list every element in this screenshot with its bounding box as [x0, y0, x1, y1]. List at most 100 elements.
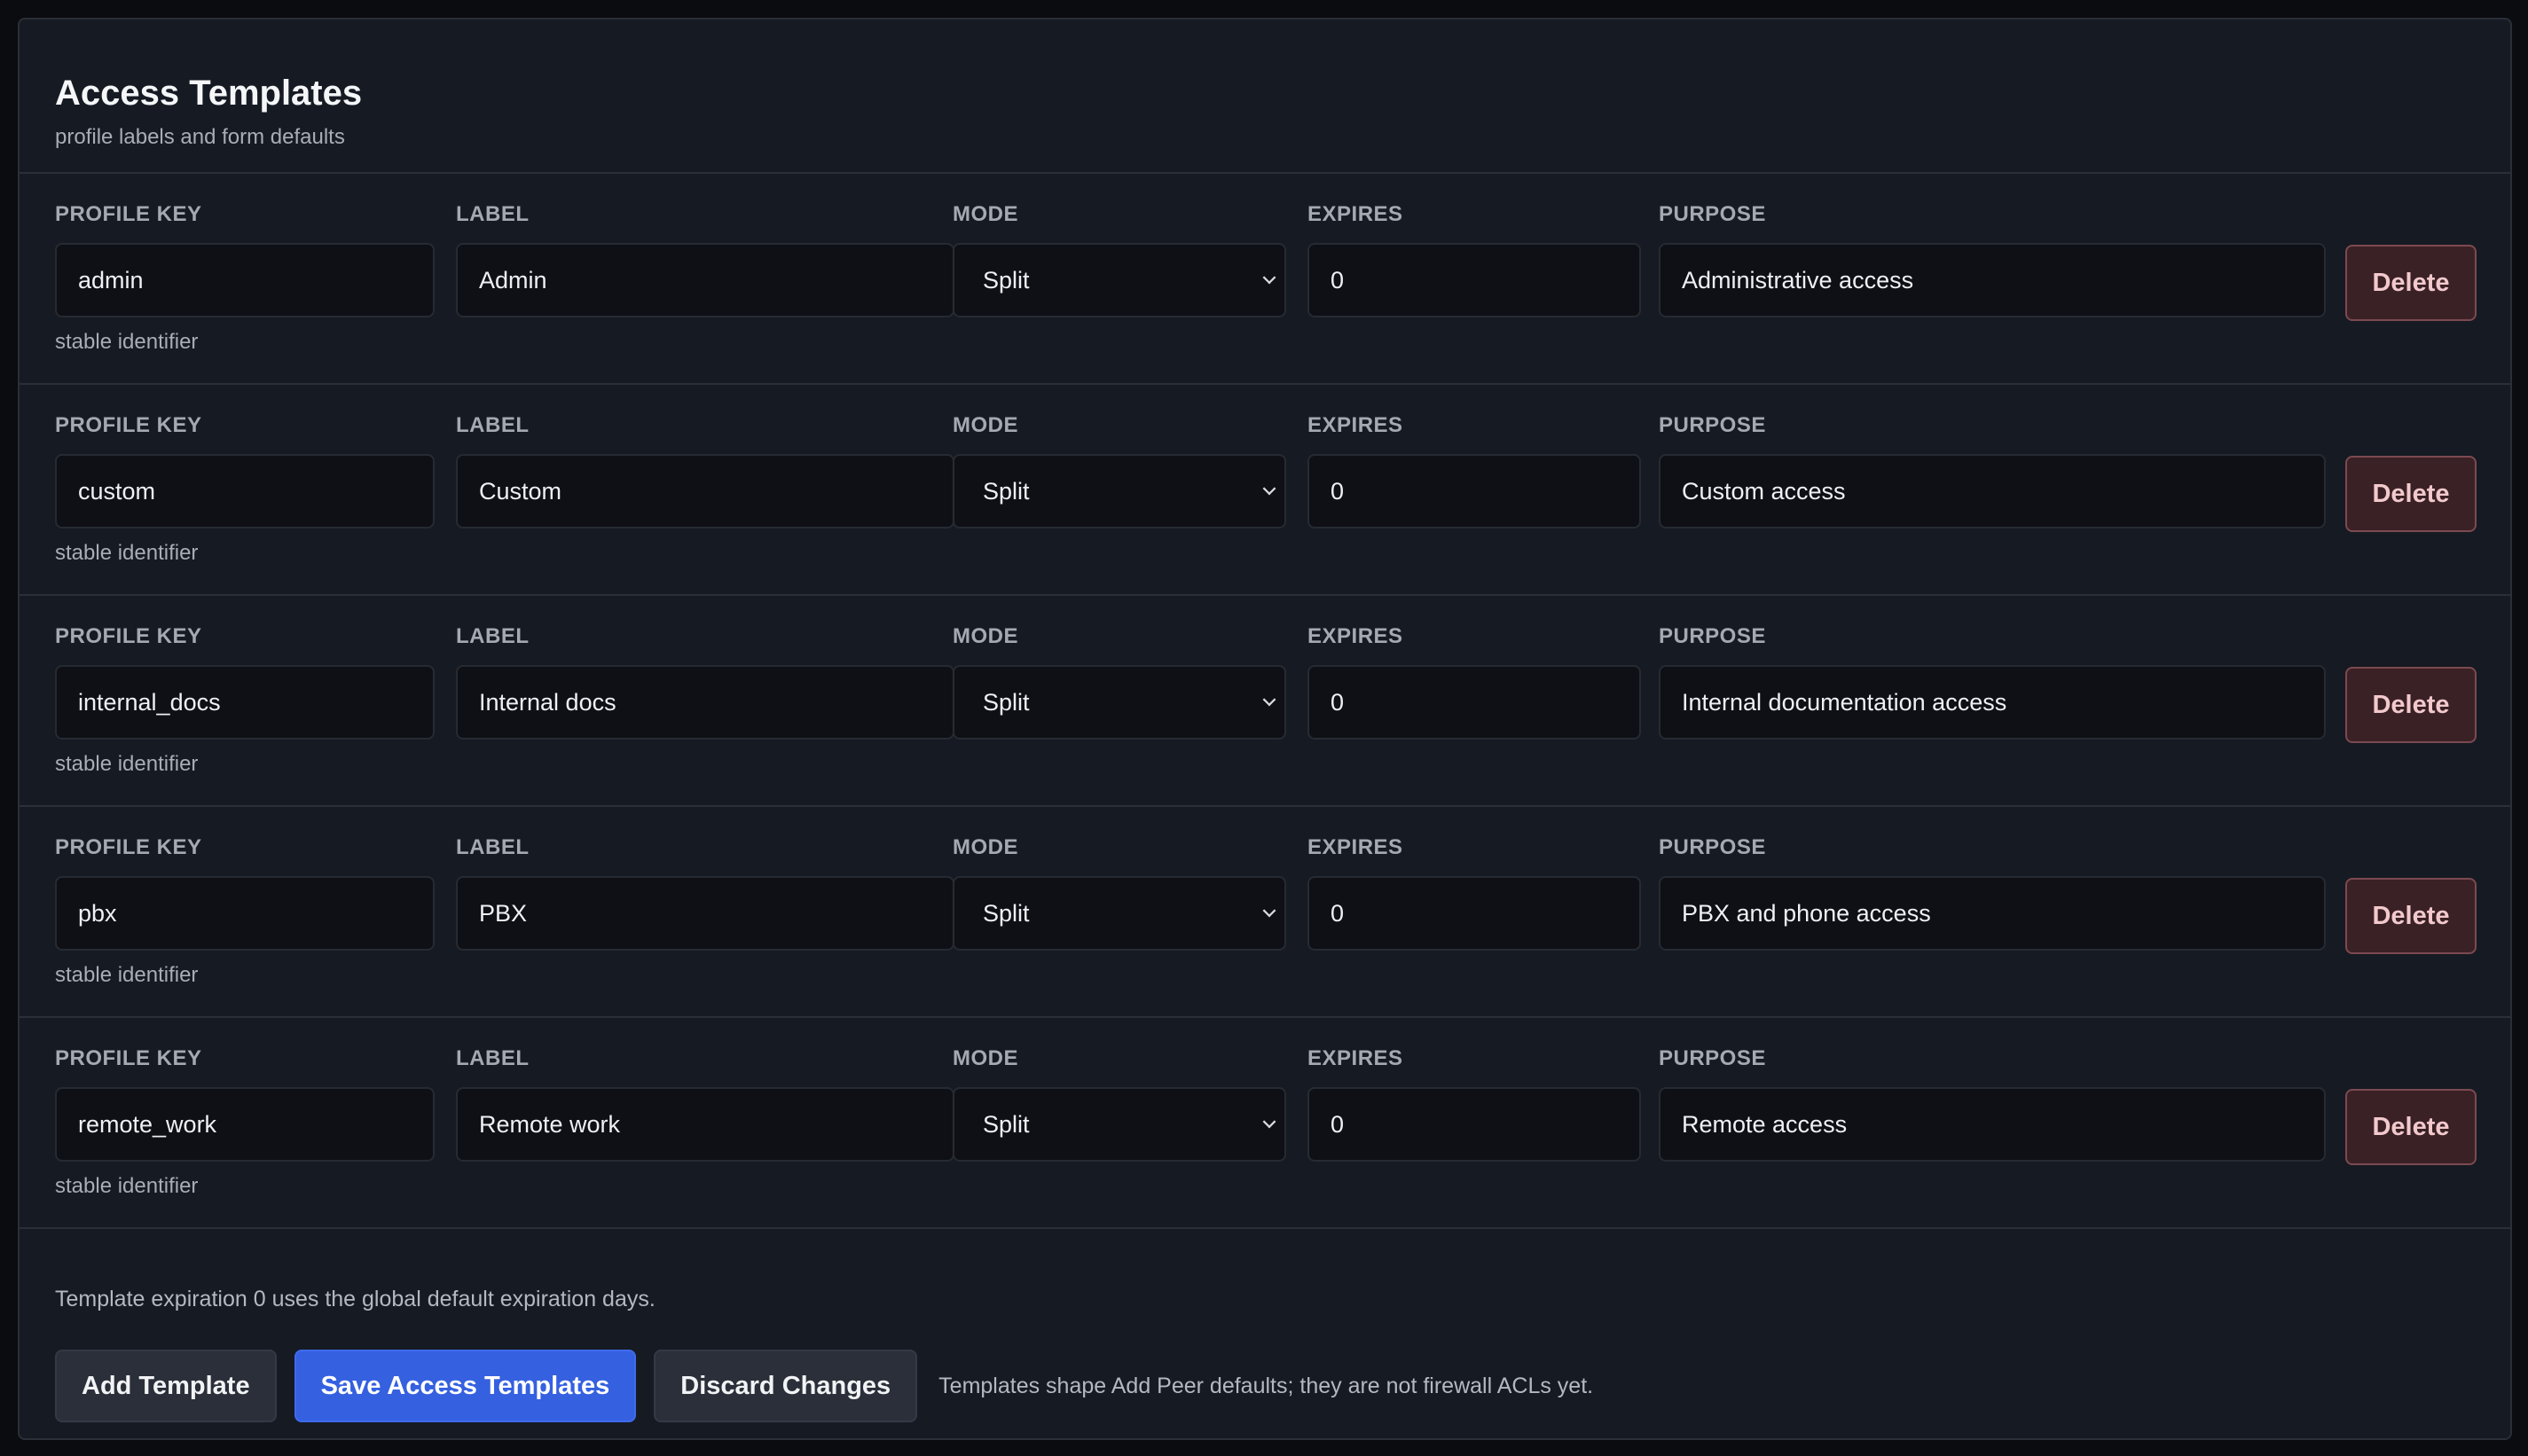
expires-input[interactable]: 0 — [1307, 665, 1641, 740]
purpose-field: PURPOSE Remote access — [1659, 1046, 2326, 1162]
profile-key-input[interactable]: custom — [55, 454, 435, 528]
expires-input[interactable]: 0 — [1307, 454, 1641, 528]
label-input[interactable]: Custom — [456, 454, 954, 528]
expires-label: EXPIRES — [1307, 835, 1403, 859]
mode-select[interactable]: Split — [953, 243, 1286, 317]
label-field: LABEL Internal docs — [456, 624, 954, 740]
expires-label: EXPIRES — [1307, 202, 1403, 226]
label-label: LABEL — [456, 202, 530, 226]
label-label: LABEL — [456, 413, 530, 437]
profile-key-field: PROFILE KEY pbx stable identifier — [55, 835, 435, 988]
purpose-input[interactable]: Administrative access — [1659, 243, 2326, 317]
expires-field: EXPIRES 0 — [1307, 413, 1641, 528]
expires-input[interactable]: 0 — [1307, 1087, 1641, 1162]
label-field: LABEL PBX — [456, 835, 954, 951]
label-input[interactable]: Remote work — [456, 1087, 954, 1162]
chevron-down-icon — [1262, 693, 1276, 707]
delete-button[interactable]: Delete — [2345, 456, 2477, 532]
purpose-input[interactable]: Remote access — [1659, 1087, 2326, 1162]
label-field: LABEL Remote work — [456, 1046, 954, 1162]
template-list: PROFILE KEY admin stable identifier LABE… — [20, 174, 2510, 1229]
label-label: LABEL — [456, 624, 530, 648]
label-field: LABEL Admin — [456, 202, 954, 317]
page-title: Access Templates — [55, 74, 363, 113]
chevron-down-icon — [1262, 481, 1276, 496]
label-field: LABEL Custom — [456, 413, 954, 528]
expires-input[interactable]: 0 — [1307, 243, 1641, 317]
add-template-button[interactable]: Add Template — [55, 1350, 277, 1422]
expires-label: EXPIRES — [1307, 624, 1403, 648]
purpose-label: PURPOSE — [1659, 835, 1766, 859]
profile-key-input[interactable]: admin — [55, 243, 435, 317]
template-row: PROFILE KEY internal_docs stable identif… — [20, 596, 2510, 807]
access-templates-panel: Access Templates profile labels and form… — [18, 18, 2512, 1440]
purpose-input[interactable]: Internal documentation access — [1659, 665, 2326, 740]
purpose-field: PURPOSE Custom access — [1659, 413, 2326, 528]
expires-label: EXPIRES — [1307, 413, 1403, 437]
template-row: PROFILE KEY custom stable identifier LAB… — [20, 385, 2510, 596]
stable-identifier-hint: stable identifier — [55, 963, 199, 987]
expires-field: EXPIRES 0 — [1307, 624, 1641, 740]
label-label: LABEL — [456, 835, 530, 859]
purpose-label: PURPOSE — [1659, 202, 1766, 226]
mode-value: Split — [983, 266, 1030, 294]
mode-field: MODE Split — [953, 1046, 1286, 1162]
profile-key-field: PROFILE KEY remote_work stable identifie… — [55, 1046, 435, 1199]
profile-key-label: PROFILE KEY — [55, 202, 202, 226]
purpose-label: PURPOSE — [1659, 413, 1766, 437]
mode-select[interactable]: Split — [953, 665, 1286, 740]
profile-key-field: PROFILE KEY admin stable identifier — [55, 202, 435, 355]
template-row: PROFILE KEY remote_work stable identifie… — [20, 1018, 2510, 1229]
panel-header: Access Templates profile labels and form… — [20, 20, 2510, 174]
expiration-note: Template expiration 0 uses the global de… — [55, 1287, 656, 1311]
delete-button[interactable]: Delete — [2345, 878, 2477, 954]
purpose-field: PURPOSE Administrative access — [1659, 202, 2326, 317]
mode-label: MODE — [953, 413, 1018, 437]
purpose-input[interactable]: PBX and phone access — [1659, 876, 2326, 951]
profile-key-input[interactable]: remote_work — [55, 1087, 435, 1162]
stable-identifier-hint: stable identifier — [55, 541, 199, 565]
delete-button[interactable]: Delete — [2345, 1089, 2477, 1165]
profile-key-input[interactable]: pbx — [55, 876, 435, 951]
stable-identifier-hint: stable identifier — [55, 1174, 199, 1198]
mode-select[interactable]: Split — [953, 876, 1286, 951]
profile-key-field: PROFILE KEY custom stable identifier — [55, 413, 435, 566]
profile-key-input[interactable]: internal_docs — [55, 665, 435, 740]
mode-field: MODE Split — [953, 835, 1286, 951]
mode-field: MODE Split — [953, 624, 1286, 740]
mode-label: MODE — [953, 202, 1018, 226]
purpose-field: PURPOSE PBX and phone access — [1659, 835, 2326, 951]
mode-select[interactable]: Split — [953, 454, 1286, 528]
mode-field: MODE Split — [953, 413, 1286, 528]
mode-label: MODE — [953, 1046, 1018, 1070]
delete-button[interactable]: Delete — [2345, 245, 2477, 321]
profile-key-label: PROFILE KEY — [55, 835, 202, 859]
purpose-input[interactable]: Custom access — [1659, 454, 2326, 528]
mode-label: MODE — [953, 835, 1018, 859]
purpose-label: PURPOSE — [1659, 1046, 1766, 1070]
expires-input[interactable]: 0 — [1307, 876, 1641, 951]
save-access-templates-button[interactable]: Save Access Templates — [294, 1350, 637, 1422]
chevron-down-icon — [1262, 1115, 1276, 1129]
stable-identifier-hint: stable identifier — [55, 752, 199, 776]
expires-field: EXPIRES 0 — [1307, 202, 1641, 317]
label-input[interactable]: Admin — [456, 243, 954, 317]
template-row: PROFILE KEY admin stable identifier LABE… — [20, 174, 2510, 385]
discard-changes-button[interactable]: Discard Changes — [654, 1350, 918, 1422]
expires-field: EXPIRES 0 — [1307, 835, 1641, 951]
expires-label: EXPIRES — [1307, 1046, 1403, 1070]
mode-value: Split — [983, 477, 1030, 505]
templates-hint: Templates shape Add Peer defaults; they … — [938, 1373, 1594, 1398]
profile-key-label: PROFILE KEY — [55, 1046, 202, 1070]
profile-key-label: PROFILE KEY — [55, 624, 202, 648]
label-input[interactable]: Internal docs — [456, 665, 954, 740]
delete-button[interactable]: Delete — [2345, 667, 2477, 743]
mode-value: Split — [983, 688, 1030, 716]
action-bar: Add Template Save Access Templates Disca… — [55, 1350, 1593, 1422]
purpose-label: PURPOSE — [1659, 624, 1766, 648]
chevron-down-icon — [1262, 270, 1276, 285]
mode-select[interactable]: Split — [953, 1087, 1286, 1162]
label-input[interactable]: PBX — [456, 876, 954, 951]
template-row: PROFILE KEY pbx stable identifier LABEL … — [20, 807, 2510, 1018]
profile-key-label: PROFILE KEY — [55, 413, 202, 437]
